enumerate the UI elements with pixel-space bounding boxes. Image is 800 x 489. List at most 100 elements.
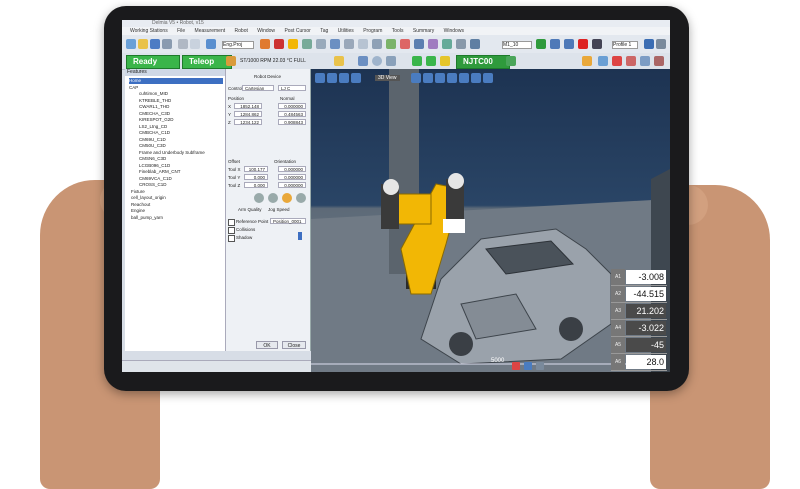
tree-item[interactable]: LCGB096_C1D (139, 163, 223, 169)
offset-y-norm[interactable]: 0.000000 (278, 174, 306, 180)
gauge-icon-4[interactable] (296, 193, 306, 203)
collisions-checkbox[interactable] (228, 227, 235, 234)
profile-dropdown[interactable]: Profile 1 (612, 41, 638, 49)
3d-viewport[interactable]: 3D View 5000 A1 -3.008 A2 -44.515 A3 21.… (311, 69, 670, 372)
fit-icon[interactable] (358, 39, 368, 49)
tree-item[interactable]: CMECHA_C3D (139, 111, 223, 117)
tree-item[interactable]: CAP (129, 85, 223, 91)
tree-item[interactable]: LS2_Ltng_CD (139, 124, 223, 130)
section-icon[interactable] (447, 73, 457, 83)
wire-icon[interactable] (423, 73, 433, 83)
row-x-pos[interactable]: 1852.148 (234, 103, 262, 109)
shadow-checkbox[interactable] (228, 235, 235, 242)
frame-select[interactable]: LJ C (278, 85, 306, 91)
offset-x-norm[interactable]: 0.000000 (278, 166, 306, 172)
stop-icon[interactable] (592, 39, 602, 49)
target-icon[interactable] (274, 39, 284, 49)
shape-icon[interactable] (358, 56, 368, 66)
target-dropdown[interactable]: M1_10 (502, 41, 532, 49)
cut-icon[interactable] (178, 39, 188, 49)
gauge-icon-3[interactable] (282, 193, 292, 203)
gripper-icon[interactable] (654, 56, 664, 66)
menu-measurement[interactable]: Measurement (195, 27, 226, 35)
color-swatch[interactable] (298, 232, 302, 240)
flag-icon[interactable] (612, 56, 622, 66)
view-front-icon[interactable] (327, 73, 337, 83)
views-dropdown[interactable]: Eng.Proj (222, 41, 254, 49)
menu-windows[interactable]: Windows (444, 27, 464, 35)
row-y-pos[interactable]: 1284.862 (234, 111, 262, 117)
robot-icon[interactable] (288, 39, 298, 49)
probe-icon[interactable] (626, 56, 636, 66)
green-run-icon[interactable] (412, 56, 422, 66)
save-icon[interactable] (150, 39, 160, 49)
frame-icon[interactable] (330, 39, 340, 49)
globe-icon[interactable] (598, 56, 608, 66)
sphere-icon[interactable] (372, 56, 382, 66)
tree-item[interactable]: Frame and Underbody Subframe (139, 150, 223, 156)
tree-item[interactable]: KIRESPOT_G2D (139, 117, 223, 123)
close-button[interactable]: Close (282, 341, 306, 349)
shade-icon[interactable] (411, 73, 421, 83)
pause-icon[interactable] (564, 39, 574, 49)
tree-item[interactable]: CM69U_C1D (139, 137, 223, 143)
step-icon[interactable] (550, 39, 560, 49)
offset-y-pos[interactable]: 0.000 (244, 174, 268, 180)
menu-window[interactable]: Window (257, 27, 275, 35)
tray-icon-1[interactable] (512, 362, 520, 370)
options-icon[interactable] (656, 39, 666, 49)
program-status[interactable]: NJTC00 (456, 55, 510, 69)
zoom-icon[interactable] (344, 39, 354, 49)
offset-x-pos[interactable]: 100.177 (244, 166, 268, 172)
print-icon[interactable] (162, 39, 172, 49)
ready-status[interactable]: Ready (126, 55, 180, 69)
play-icon[interactable] (536, 39, 546, 49)
row-x-norm[interactable]: 0.000000 (278, 103, 306, 109)
check-icon[interactable] (506, 56, 516, 66)
row-z-pos[interactable]: 1234.122 (234, 119, 262, 125)
tree-item[interactable]: Home (129, 78, 223, 84)
tree-item[interactable]: cuhtimon_MID (139, 91, 223, 97)
menu-tag[interactable]: Tag (320, 27, 328, 35)
tray-icon-3[interactable] (536, 362, 544, 370)
menu-working-stations[interactable]: Working Stations (130, 27, 168, 35)
measure-tool-icon[interactable] (483, 73, 493, 83)
warning-icon[interactable] (334, 56, 344, 66)
view-side-icon[interactable] (351, 73, 361, 83)
offset-z-norm[interactable]: 0.000000 (278, 182, 306, 188)
sim-icon[interactable] (400, 39, 410, 49)
tree-item[interactable]: CROSS_C1D (139, 182, 223, 188)
folder-icon[interactable] (582, 56, 592, 66)
tree-item[interactable]: cell_layout_origin (131, 195, 223, 201)
menu-program[interactable]: Program (363, 27, 382, 35)
new-icon[interactable] (126, 39, 136, 49)
menu-summary[interactable]: Summary (413, 27, 434, 35)
record-icon[interactable] (578, 39, 588, 49)
help-icon[interactable] (644, 39, 654, 49)
settings-icon[interactable] (456, 39, 466, 49)
view-iso-icon[interactable] (315, 73, 325, 83)
reference-checkbox[interactable] (228, 219, 235, 226)
tree-item[interactable]: CMSN6_C3D (139, 156, 223, 162)
light-icon[interactable] (459, 73, 469, 83)
reference-field[interactable]: Position_0001 (270, 218, 306, 224)
green-stop-icon[interactable] (426, 56, 436, 66)
tree-item[interactable]: Engine (131, 208, 223, 214)
row-y-norm[interactable]: 0.484563 (278, 111, 306, 117)
menu-robot[interactable]: Robot (235, 27, 248, 35)
render-icon[interactable] (260, 39, 270, 49)
hide-icon[interactable] (435, 73, 445, 83)
row-z-norm[interactable]: 0.908843 (278, 119, 306, 125)
ok-button[interactable]: OK (256, 341, 278, 349)
tool-icon[interactable] (316, 39, 326, 49)
tray-icon-2[interactable] (524, 362, 532, 370)
grid-icon[interactable] (372, 39, 382, 49)
control-mode-select[interactable]: Cartesian (242, 85, 274, 91)
tree-item[interactable]: CM50U_C3D (139, 143, 223, 149)
measure-icon[interactable] (302, 39, 312, 49)
open-icon[interactable] (138, 39, 148, 49)
yellow-icon[interactable] (440, 56, 450, 66)
gauge-icon-2[interactable] (268, 193, 278, 203)
tree-item[interactable]: ball_pump_yarn (131, 215, 223, 221)
menu-tools[interactable]: Tools (392, 27, 404, 35)
